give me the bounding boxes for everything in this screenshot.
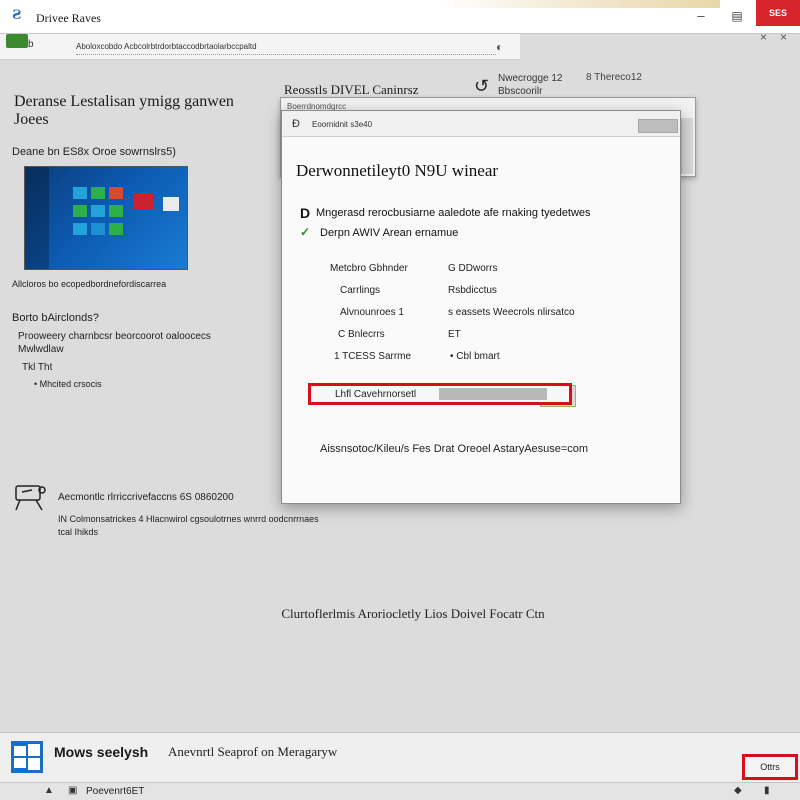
header-info-2: Bbscoorilr — [498, 86, 543, 97]
device-info-title: Aecmontlc rlrriccrivefaccns 6S 0860200 — [58, 492, 234, 503]
header-info-3: 8 Thereco12 — [586, 72, 642, 83]
thumbnail-tile — [109, 223, 123, 235]
detail-label: Alvnounroes 1 — [340, 307, 404, 318]
windows-logo-icon — [10, 740, 44, 774]
section-tag: Tkl Tht — [22, 362, 53, 373]
path-input[interactable] — [311, 386, 569, 402]
dialog-header-icon: Ð — [292, 118, 300, 130]
go-icon[interactable]: ◐ — [496, 40, 514, 54]
thumbnail-tile — [163, 197, 179, 211]
section-heading: Borto bAirclonds? — [12, 312, 99, 324]
center-note: Clurtoflerlmis Aroriocletly Lios Doivel … — [281, 606, 545, 621]
detail-label: 1 TCESS Sarrme — [334, 351, 412, 362]
thumbnail-tile — [73, 223, 87, 235]
close-tab-icon[interactable]: × — [760, 30, 767, 44]
nav-icon[interactable] — [6, 34, 28, 48]
device-icon — [12, 482, 50, 516]
thumbnail-footnote: Allcloros bo ecopedbordnefordiscarrea — [12, 279, 167, 289]
section-title-right: Reosstls DIVEL Caninrsz — [284, 82, 419, 97]
nav-back-label[interactable]: b — [28, 39, 34, 50]
detail-value: Rsbdicctus — [448, 285, 497, 296]
bottom-description: Anevnrtl Seaprof on Meragaryw — [168, 744, 338, 759]
dialog-info-icon: D — [300, 205, 311, 221]
scrollbar[interactable] — [681, 118, 693, 174]
status-icon[interactable]: ▲ — [44, 785, 54, 796]
detail-value: s eassets Weecrols nlirsatco — [448, 307, 575, 318]
refresh-icon[interactable]: ↺ — [474, 76, 489, 97]
page-title: Deranse Lestalisan ymigg ganwen — [14, 93, 234, 110]
address-input[interactable]: Aboloxcobdo Acbcolrbtrdorbtaccodbrtaolar… — [76, 39, 496, 55]
thumbnail-tile — [109, 205, 123, 217]
thumbnail-tile — [73, 205, 87, 217]
bullet-item: • Mhcited crsocis — [34, 379, 102, 389]
check-icon: ✓ — [300, 225, 311, 239]
thumbnail-tile — [109, 187, 123, 199]
detail-value: • Cbl bmart — [450, 351, 500, 362]
dialog-header-title: Eoornidnit s3e40 — [312, 120, 373, 129]
title-accent — [440, 0, 720, 8]
close-button[interactable]: SES — [756, 0, 800, 26]
status-icon[interactable]: ▣ — [68, 785, 77, 796]
app-icon: Ƨ — [12, 8, 22, 23]
page-title-line2: Joees — [14, 111, 49, 128]
close-tab-icon-2[interactable]: × — [780, 30, 787, 44]
detail-value: G DDworrs — [448, 263, 498, 274]
path-input-field[interactable] — [308, 383, 572, 405]
device-info-footer: tcal Ihikds — [58, 527, 99, 537]
header-info-1: Nwecrogge 12 — [498, 73, 563, 84]
detail-label: Carrlings — [340, 285, 381, 296]
thumbnail-tile — [91, 187, 105, 199]
screenshot-thumbnail[interactable] — [24, 166, 188, 270]
dialog-description: Mngerasd rerocbusiarne aaledote afe rnak… — [316, 207, 591, 219]
dialog: Ð Eoornidnit s3e40 Derwonnetileyt0 N9U w… — [281, 110, 681, 504]
status-icon[interactable]: ◆ — [734, 785, 742, 796]
thumbnail-tile — [91, 205, 105, 217]
status-text: Poevenrt6ET — [86, 786, 145, 797]
status-icon[interactable]: ▮ — [764, 785, 770, 796]
dialog-header-button[interactable] — [638, 119, 678, 133]
detail-label: Metcbro Gbhnder — [330, 263, 408, 274]
bottom-app-name: Mows seelysh — [54, 744, 149, 760]
thumbnail-tile — [133, 193, 153, 209]
maximize-button[interactable]: ▤ — [726, 6, 748, 26]
section-body: Prooweery charnbcsr beorcoorot oaloocecs… — [18, 331, 211, 355]
dialog-subtitle: Derpn AWIV Arean ernamue — [320, 227, 459, 239]
device-info-detail: IN Colmonsatrickes 4 Hlacnwirol cgsoulot… — [58, 514, 319, 524]
thumbnail-tile — [73, 187, 87, 199]
thumbnail-sidebar — [25, 167, 49, 269]
bottom-action-button[interactable]: Ottrs — [742, 754, 798, 780]
dialog-title: Derwonnetileyt0 N9U winear — [296, 161, 499, 180]
window-title: Drivee Raves — [36, 11, 101, 25]
detail-label: C Bnlecrrs — [338, 329, 385, 340]
thumbnail-tile — [91, 223, 105, 235]
minimize-button[interactable]: – — [690, 6, 712, 26]
detail-value: ET — [448, 329, 461, 340]
dialog-footer: Aissnsotoc/Kileu/s Fes Drat Oreoel Astar… — [320, 443, 589, 455]
thumbnail-caption-title: Deane bn ES8x Oroe sowrnslrs5) — [12, 146, 176, 158]
